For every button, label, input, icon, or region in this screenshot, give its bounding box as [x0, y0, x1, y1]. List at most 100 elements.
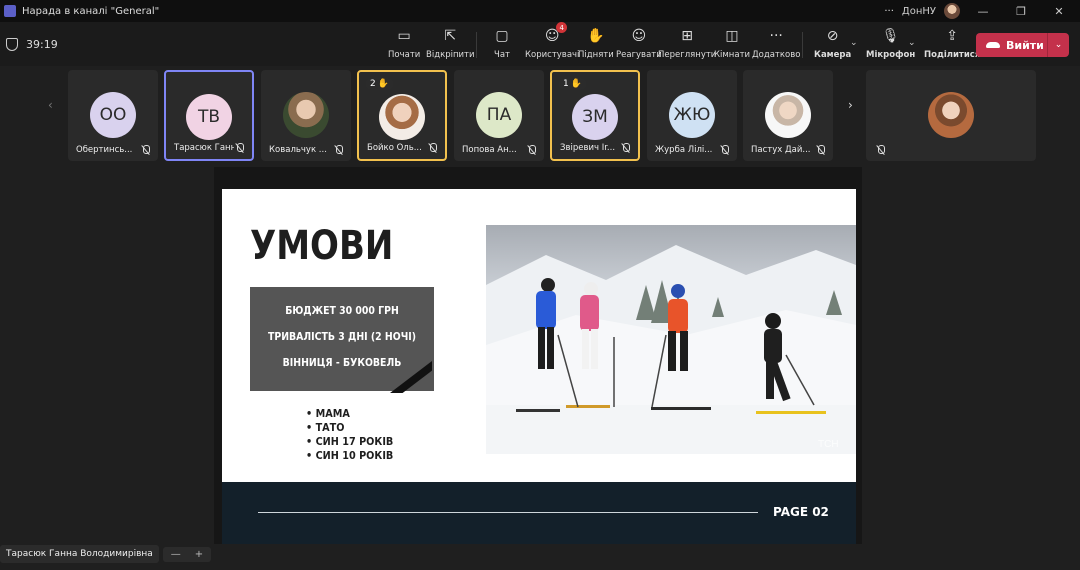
meeting-toolbar: 39:19 ▭ Почати ⇱ Відкріпити ▢ Чат ☺ 4 Кор…	[0, 22, 1080, 66]
shared-content-stage: УМОВИ БЮДЖЕТ 30 000 ГРН ТРИВАЛІСТЬ 3 ДНІ…	[214, 167, 862, 544]
present-icon: ▭	[397, 28, 411, 44]
mic-muted-icon	[428, 143, 437, 153]
rooms-button[interactable]: ◫ Кімнати	[714, 26, 750, 60]
participant-tile[interactable]: Ковальчук ...	[261, 70, 351, 161]
unpin-button[interactable]: ⇱ Відкріпити	[426, 26, 475, 60]
organization-label: ДонНУ	[901, 5, 936, 17]
window-title: Нарада в каналі "General"	[22, 5, 160, 17]
participant-tile[interactable]: ТВ Тарасюк Ганна ...	[164, 70, 254, 161]
mic-muted-icon	[235, 143, 244, 153]
teams-logo-icon	[4, 5, 16, 17]
watermark-text: TCH	[818, 439, 839, 450]
presentation-slide: УМОВИ БЮДЖЕТ 30 000 ГРН ТРИВАЛІСТЬ 3 ДНІ…	[222, 189, 856, 544]
participant-name: Попова Ан...	[462, 145, 517, 155]
leave-options-chevron-icon[interactable]: ⌄	[1047, 33, 1069, 57]
family-list: МАМА ТАТО СИН 17 РОКІВ СИН 10 РОКІВ	[306, 407, 405, 463]
mic-muted-icon	[876, 145, 885, 155]
zoom-out-button[interactable]: —	[171, 549, 181, 560]
participant-tile[interactable]: ЖЮ Журба Лілі...	[647, 70, 737, 161]
mic-muted-icon	[141, 145, 150, 155]
raise-hand-button[interactable]: ✋ Підняти	[578, 26, 614, 60]
bottom-bar: Тарасюк Ганна Володимирівна — +	[0, 543, 212, 565]
avatar-photo	[765, 92, 811, 138]
avatar: ПА	[476, 92, 522, 138]
chat-button[interactable]: ▢ Чат	[492, 26, 512, 60]
avatar: ЗМ	[572, 94, 618, 140]
chat-icon: ▢	[495, 28, 509, 44]
avatar-photo	[379, 94, 425, 140]
view-button[interactable]: ⊞ Переглянути	[658, 26, 716, 60]
participant-name: Тарасюк Ганна ...	[174, 143, 234, 153]
slide-footer: PAGE 02	[222, 482, 856, 544]
participant-name: Пастух Дай...	[751, 145, 811, 155]
profile-avatar[interactable]	[944, 3, 960, 19]
react-icon: ☺	[631, 28, 647, 44]
more-options-icon[interactable]: ···	[884, 6, 894, 17]
minimize-button[interactable]: —	[968, 5, 998, 18]
microphone-options-chevron-icon[interactable]: ⌄	[908, 38, 916, 48]
raise-hand-icon: ✋	[377, 79, 389, 89]
zoom-controls: — +	[162, 546, 212, 562]
page-number: PAGE 02	[773, 505, 829, 519]
avatar: ТВ	[186, 94, 232, 140]
participant-strip: ‹ ОО Обертинсь... ТВ Тарасюк Ганна ... К…	[0, 66, 1080, 166]
participant-tile[interactable]: ПА Попова Ан...	[454, 70, 544, 161]
present-button[interactable]: ▭ Почати	[388, 26, 420, 60]
self-video-tile[interactable]	[866, 70, 1036, 161]
mic-off-icon: 🎙	[881, 28, 900, 44]
shield-icon	[6, 37, 18, 51]
footer-divider	[258, 512, 758, 513]
participant-tile[interactable]: Пастух Дай...	[743, 70, 833, 161]
list-item: МАМА	[306, 407, 393, 421]
react-button[interactable]: ☺ Реагувати	[616, 26, 662, 60]
participant-tile[interactable]: 2 ✋ Бойко Оль...	[357, 70, 447, 161]
mic-muted-icon	[816, 145, 825, 155]
avatar-photo	[283, 92, 329, 138]
phone-hangup-icon	[986, 42, 1000, 48]
unpin-icon: ⇱	[444, 28, 457, 44]
meeting-timer: 39:19	[26, 37, 58, 51]
people-count-badge: 4	[556, 22, 568, 33]
participant-tile[interactable]: 1 ✋ ЗМ Звіревич Ir...	[550, 70, 640, 161]
mic-muted-icon	[334, 145, 343, 155]
view-icon: ⊞	[681, 28, 694, 44]
ski-family-photo: TCH	[486, 225, 856, 454]
scroll-left-icon[interactable]: ‹	[48, 98, 53, 112]
raise-hand-icon: ✋	[587, 28, 605, 44]
avatar: ЖЮ	[669, 92, 715, 138]
list-item: СИН 10 РОКІВ	[306, 449, 394, 463]
mic-muted-icon	[527, 145, 536, 155]
camera-options-chevron-icon[interactable]: ⌄	[850, 38, 858, 48]
presenter-name-label: Тарасюк Ганна Володимирівна	[0, 545, 159, 563]
slide-title: УМОВИ	[250, 223, 394, 269]
more-actions-button[interactable]: ··· Додатково	[752, 26, 800, 60]
share-icon: ⇪	[946, 28, 958, 44]
raised-hand-badge: 2 ✋	[365, 78, 394, 90]
more-icon: ···	[769, 28, 783, 44]
participant-tile[interactable]: ОО Обертинсь...	[68, 70, 158, 161]
maximize-button[interactable]: ❐	[1006, 5, 1036, 18]
rooms-icon: ◫	[725, 28, 739, 44]
participant-name: Ковальчук ...	[269, 145, 327, 155]
route-text: ВІННИЦЯ - БУКОВЕЛЬ	[282, 356, 402, 369]
budget-text: БЮДЖЕТ 30 000 ГРН	[285, 304, 399, 317]
scroll-right-icon[interactable]: ›	[848, 98, 853, 112]
people-button[interactable]: ☺ 4 Користувачі	[525, 22, 579, 60]
list-item: СИН 17 РОКІВ	[306, 435, 394, 449]
title-bar: Нарада в каналі "General" ··· ДонНУ — ❐ …	[0, 0, 1080, 22]
participant-name: Обертинсь...	[76, 145, 133, 155]
zoom-in-button[interactable]: +	[195, 549, 203, 560]
leave-button[interactable]: Вийти ⌄	[976, 33, 1069, 57]
avatar: ОО	[90, 92, 136, 138]
mic-muted-icon	[621, 143, 630, 153]
participant-name: Журба Лілі...	[655, 145, 713, 155]
list-item: ТАТО	[306, 421, 393, 435]
participant-name: Звіревич Ir...	[560, 143, 616, 153]
raise-hand-icon: ✋	[570, 79, 582, 89]
camera-button[interactable]: ⊘ Камера	[814, 26, 851, 60]
camera-off-icon: ⊘	[826, 28, 839, 44]
duration-text: ТРИВАЛІСТЬ 3 ДНІ (2 НОЧІ)	[267, 330, 417, 343]
share-button[interactable]: ⇪ Поділитися	[924, 26, 980, 60]
close-button[interactable]: ✕	[1044, 5, 1074, 18]
avatar-photo	[928, 92, 974, 138]
